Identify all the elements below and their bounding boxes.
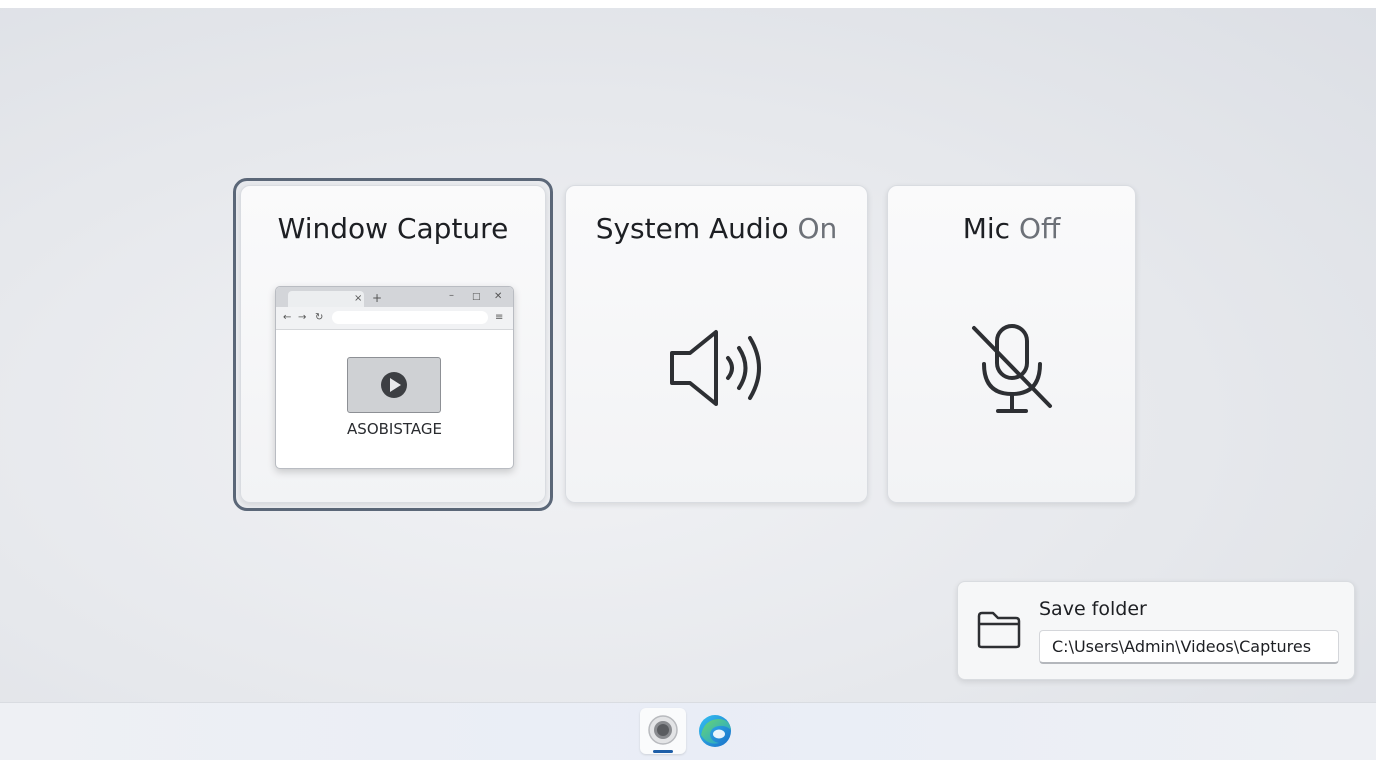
maximize-icon: □ (472, 292, 481, 302)
speaker-icon (670, 330, 761, 406)
mic-card[interactable]: Mic Off (887, 185, 1136, 503)
refresh-icon: ↻ (315, 312, 324, 323)
system-audio-label: System Audio (595, 212, 789, 245)
system-audio-card[interactable]: System Audio On (565, 185, 868, 503)
window-close-icon: ✕ (494, 291, 503, 302)
taskbar (0, 702, 1376, 760)
screen-recorder-icon (648, 715, 678, 745)
edge-browser-icon (699, 715, 731, 747)
save-folder-panel: Save folder C:\Users\Admin\Videos\Captur… (957, 581, 1355, 680)
save-folder-path-field[interactable]: C:\Users\Admin\Videos\Captures (1039, 630, 1339, 664)
menu-icon: ≡ (495, 312, 504, 323)
new-tab-icon: + (372, 291, 383, 305)
save-folder-label: Save folder (1039, 598, 1147, 620)
thumbnail-tab-bar: × + – □ ✕ (276, 287, 513, 307)
taskbar-edge-browser[interactable] (692, 708, 738, 754)
thumbnail-tab (288, 291, 364, 307)
system-audio-title: System Audio On (566, 212, 867, 245)
window-capture-title: Window Capture (241, 212, 545, 245)
mic-label: Mic (962, 212, 1011, 245)
window-capture-card[interactable]: Window Capture × + – □ ✕ ← → ↻ ≡ ASOBIST… (240, 185, 546, 503)
browser-window-thumbnail: × + – □ ✕ ← → ↻ ≡ ASOBISTAGE (275, 286, 514, 469)
forward-icon: → (298, 312, 307, 323)
mic-state: Off (1018, 212, 1061, 245)
window-capture-label: Window Capture (277, 212, 509, 245)
mic-title: Mic Off (888, 212, 1135, 245)
minimize-icon: – (449, 290, 454, 301)
back-icon: ← (283, 312, 292, 323)
active-app-indicator (653, 750, 673, 753)
thumbnail-address-bar (332, 311, 488, 324)
folder-icon[interactable] (976, 610, 1022, 650)
thumbnail-caption: ASOBISTAGE (347, 420, 442, 438)
tab-close-icon: × (354, 293, 363, 304)
mic-muted-icon (972, 324, 1052, 413)
thumbnail-toolbar: ← → ↻ ≡ (276, 307, 513, 330)
video-placeholder (347, 357, 441, 413)
system-audio-state: On (797, 212, 838, 245)
taskbar-screen-recorder[interactable] (640, 708, 686, 754)
play-icon (381, 372, 407, 398)
